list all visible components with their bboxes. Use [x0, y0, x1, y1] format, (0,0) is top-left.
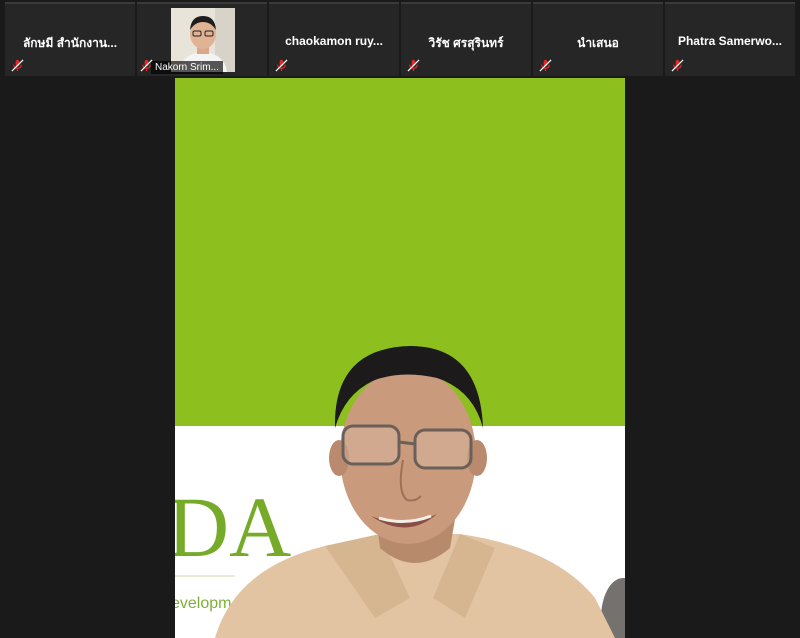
- participant-tile[interactable]: chaokamon ruy...: [269, 2, 399, 76]
- participant-name: Phatra Samerwo...: [677, 34, 783, 48]
- participant-tile[interactable]: นำเสนอ: [533, 2, 663, 76]
- participant-name: นำเสนอ: [577, 36, 619, 50]
- muted-mic-icon: [11, 59, 24, 72]
- backdrop-subtitle-text: evelopm: [175, 595, 231, 612]
- participant-tile[interactable]: Nakorn Srim...: [137, 2, 267, 76]
- participant-tile[interactable]: ลักษมี สำนักงาน...: [5, 2, 135, 76]
- muted-mic-icon: [407, 59, 420, 72]
- muted-mic-icon: [671, 59, 684, 72]
- participant-name: Nakorn Srim...: [151, 61, 223, 74]
- speaker-video-frame: DA evelopm: [175, 78, 625, 638]
- participant-strip: ลักษมี สำนักงาน... Nakorn Srim... chaoka…: [0, 0, 800, 78]
- active-speaker-video[interactable]: DA evelopm: [175, 78, 625, 638]
- participant-name: วิรัช ศรสุรินทร์: [428, 36, 504, 50]
- muted-mic-icon: [140, 59, 153, 72]
- muted-mic-icon: [275, 59, 288, 72]
- participant-tile[interactable]: Phatra Samerwo...: [665, 2, 795, 76]
- muted-mic-icon: [539, 59, 552, 72]
- participant-name: ลักษมี สำนักงาน...: [22, 36, 118, 50]
- backdrop-logo-text: DA: [175, 479, 291, 575]
- participant-tile[interactable]: วิรัช ศรสุรินทร์: [401, 2, 531, 76]
- participant-name: chaokamon ruy...: [285, 34, 383, 48]
